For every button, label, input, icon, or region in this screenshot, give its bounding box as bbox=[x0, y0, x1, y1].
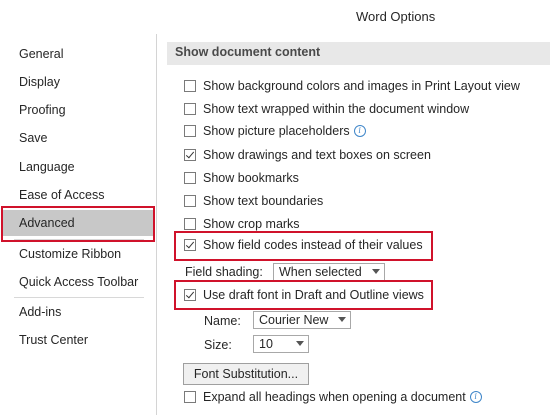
option-row[interactable]: Show background colors and images in Pri… bbox=[184, 76, 520, 96]
sidebar-item-quick-access-toolbar[interactable]: Quick Access Toolbar bbox=[3, 269, 155, 295]
sidebar-item-save[interactable]: Save bbox=[3, 125, 155, 151]
show-bookmarks-checkbox[interactable] bbox=[184, 172, 196, 184]
chevron-down-icon bbox=[372, 269, 380, 274]
show-drawings-checkbox[interactable] bbox=[184, 149, 196, 161]
sidebar-item-trust-center[interactable]: Trust Center bbox=[3, 327, 155, 353]
option-label: Show background colors and images in Pri… bbox=[203, 79, 520, 93]
option-row[interactable]: Show bookmarks bbox=[184, 168, 299, 188]
option-row[interactable]: Show text boundaries bbox=[184, 191, 323, 211]
sidebar-border bbox=[156, 34, 157, 415]
sidebar-item-proofing[interactable]: Proofing bbox=[3, 97, 155, 123]
expand-headings-checkbox[interactable] bbox=[184, 391, 196, 403]
show-background-colors-checkbox[interactable] bbox=[184, 80, 196, 92]
sidebar-item-language[interactable]: Language bbox=[3, 154, 155, 180]
sidebar-item-add-ins[interactable]: Add-ins bbox=[3, 299, 155, 325]
chevron-down-icon bbox=[296, 341, 304, 346]
sidebar-item-ease-of-access[interactable]: Ease of Access bbox=[3, 182, 155, 208]
option-label: Show text boundaries bbox=[203, 194, 324, 208]
field-shading-value: When selected bbox=[279, 265, 362, 279]
font-name-label: Name: bbox=[204, 314, 241, 328]
font-size-value: 10 bbox=[259, 337, 273, 351]
options-content-pane: Show document content Show background co… bbox=[167, 34, 550, 415]
font-substitution-button[interactable]: Font Substitution... bbox=[183, 363, 309, 385]
show-text-wrapped-checkbox[interactable] bbox=[184, 103, 196, 115]
option-row[interactable]: Expand all headings when opening a docum… bbox=[184, 387, 482, 407]
show-crop-marks-checkbox[interactable] bbox=[184, 218, 196, 230]
font-size-dropdown[interactable]: 10 bbox=[253, 335, 309, 353]
option-row[interactable]: Show picture placeholders i bbox=[184, 121, 366, 141]
info-icon[interactable]: i bbox=[353, 125, 366, 137]
show-picture-placeholders-checkbox[interactable] bbox=[184, 125, 196, 137]
font-name-value: Courier New bbox=[259, 313, 329, 327]
option-row[interactable]: Show drawings and text boxes on screen bbox=[184, 145, 431, 165]
field-shading-label: Field shading: bbox=[185, 265, 263, 279]
dialog-title: Word Options bbox=[356, 9, 436, 24]
sidebar-item-customize-ribbon[interactable]: Customize Ribbon bbox=[3, 241, 155, 267]
chevron-down-icon bbox=[338, 317, 346, 322]
title-bar: Word Options bbox=[0, 0, 550, 34]
field-codes-highlight-box bbox=[174, 231, 433, 261]
option-label: Expand all headings when opening a docum… bbox=[203, 390, 466, 404]
sidebar-divider bbox=[14, 297, 144, 298]
section-header: Show document content bbox=[167, 42, 550, 65]
advanced-highlight-box bbox=[1, 206, 155, 242]
sidebar-item-display[interactable]: Display bbox=[3, 69, 155, 95]
info-icon[interactable]: i bbox=[469, 391, 482, 403]
font-size-label: Size: bbox=[204, 338, 232, 352]
section-title: Show document content bbox=[175, 45, 321, 59]
option-label: Show bookmarks bbox=[203, 171, 299, 185]
option-label: Show picture placeholders bbox=[203, 124, 350, 138]
option-label: Show text wrapped within the document wi… bbox=[203, 102, 470, 116]
word-options-dialog: Word Options General Display Proofing Sa… bbox=[0, 0, 550, 415]
show-text-boundaries-checkbox[interactable] bbox=[184, 195, 196, 207]
sidebar-item-general[interactable]: General bbox=[3, 41, 155, 67]
option-row[interactable]: Show text wrapped within the document wi… bbox=[184, 99, 469, 119]
option-label: Show crop marks bbox=[203, 217, 300, 231]
font-name-dropdown[interactable]: Courier New bbox=[253, 311, 351, 329]
option-label: Show drawings and text boxes on screen bbox=[203, 148, 431, 162]
draft-font-highlight-box bbox=[174, 280, 433, 310]
field-shading-dropdown[interactable]: When selected bbox=[273, 263, 385, 281]
